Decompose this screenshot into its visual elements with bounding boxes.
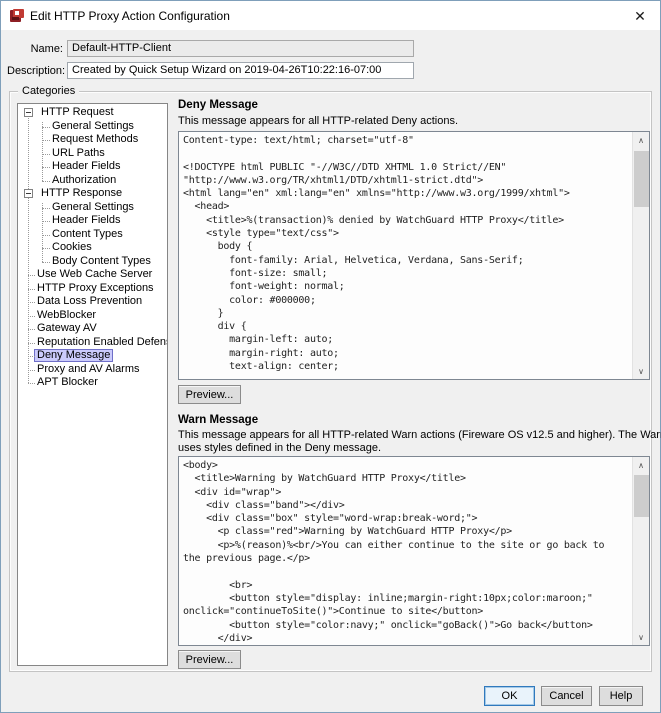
tree-dash-connector [42, 140, 50, 141]
tree-item-content-types[interactable]: Content Types [18, 228, 167, 242]
tree-item-http-proxy-exceptions[interactable]: HTTP Proxy Exceptions [18, 282, 167, 296]
cancel-button[interactable]: Cancel [541, 686, 592, 706]
tree-item-label: Deny Message [34, 349, 113, 362]
ok-button[interactable]: OK [484, 686, 535, 706]
warn-message-editor[interactable]: <body> <title>Warning by WatchGuard HTTP… [178, 456, 650, 646]
tree-item-label: Header Fields [49, 160, 123, 173]
tree-item-label: HTTP Response [38, 187, 125, 200]
window-title: Edit HTTP Proxy Action Configuration [30, 9, 230, 23]
tree-item-label: Use Web Cache Server [34, 268, 155, 281]
close-icon[interactable]: ✕ [630, 6, 650, 26]
tree-dash-connector [42, 154, 50, 155]
tree-item-label: HTTP Proxy Exceptions [34, 282, 157, 295]
tree-item-label: Gateway AV [34, 322, 100, 335]
tree-item-label: Authorization [49, 174, 119, 187]
tree-item-http-request[interactable]: HTTP Request [18, 106, 167, 120]
scroll-down-icon[interactable]: ∨ [633, 629, 649, 645]
tree-item-general-settings[interactable]: General Settings [18, 120, 167, 134]
tree-dash-connector [42, 181, 50, 182]
tree-dash-connector [28, 343, 35, 344]
tree-dash-connector [28, 370, 35, 371]
tree-item-label: Reputation Enabled Defense [34, 336, 168, 349]
warn-message-code[interactable]: <body> <title>Warning by WatchGuard HTTP… [183, 459, 630, 645]
tree-item-label: Proxy and AV Alarms [34, 363, 143, 376]
warn-message-description-line1: This message appears for all HTTP-relate… [178, 429, 661, 441]
categories-group-label: Categories [18, 85, 79, 97]
tree-dash-connector [28, 289, 35, 290]
tree-item-body-content-types[interactable]: Body Content Types [18, 255, 167, 269]
tree-item-use-web-cache-server[interactable]: Use Web Cache Server [18, 268, 167, 282]
tree-item-url-paths[interactable]: URL Paths [18, 147, 167, 161]
scroll-up-icon[interactable]: ∧ [633, 457, 649, 473]
tree-dash-connector [28, 316, 35, 317]
tree-dash-connector [28, 329, 35, 330]
description-field[interactable]: Created by Quick Setup Wizard on 2019-04… [67, 62, 414, 79]
tree-item-general-settings[interactable]: General Settings [18, 201, 167, 215]
tree-dash-connector [42, 221, 50, 222]
tree-item-label: Header Fields [49, 214, 123, 227]
collapse-minus-icon[interactable] [24, 189, 33, 198]
deny-preview-button[interactable]: Preview... [178, 385, 241, 404]
tree-item-deny-message[interactable]: Deny Message [18, 349, 167, 363]
deny-message-description: This message appears for all HTTP-relate… [178, 115, 458, 127]
tree-item-reputation-enabled-defense[interactable]: Reputation Enabled Defense [18, 336, 167, 350]
tree-item-label: General Settings [49, 201, 137, 214]
tree-dash-connector [28, 275, 35, 276]
scroll-down-icon[interactable]: ∨ [633, 363, 649, 379]
tree-item-label: Request Methods [49, 133, 141, 146]
description-label: Description: [7, 65, 63, 77]
tree-item-label: WebBlocker [34, 309, 99, 322]
tree-item-proxy-and-av-alarms[interactable]: Proxy and AV Alarms [18, 363, 167, 377]
name-field[interactable]: Default-HTTP-Client [67, 40, 414, 57]
tree-dash-connector [42, 208, 50, 209]
app-icon [10, 9, 24, 23]
tree-item-label: Cookies [49, 241, 95, 254]
tree-item-authorization[interactable]: Authorization [18, 174, 167, 188]
categories-tree[interactable]: HTTP RequestGeneral SettingsRequest Meth… [17, 103, 168, 666]
warn-scrollbar-thumb[interactable] [634, 475, 649, 517]
tree-dash-connector [28, 302, 35, 303]
warn-preview-button[interactable]: Preview... [178, 650, 241, 669]
categories-groupbox: Categories HTTP RequestGeneral SettingsR… [9, 91, 652, 672]
deny-scrollbar-thumb[interactable] [634, 151, 649, 207]
tree-dash-connector [42, 127, 50, 128]
tree-item-label: APT Blocker [34, 376, 101, 389]
tree-item-request-methods[interactable]: Request Methods [18, 133, 167, 147]
tree-dash-connector [28, 356, 35, 357]
tree-dash-connector [42, 167, 50, 168]
deny-message-heading: Deny Message [178, 99, 258, 111]
tree-dash-connector [42, 262, 50, 263]
warn-message-description-line2: uses styles defined in the Deny message. [178, 442, 381, 454]
tree-item-apt-blocker[interactable]: APT Blocker [18, 376, 167, 390]
deny-scrollbar[interactable]: ∧ ∨ [632, 132, 649, 379]
edit-http-proxy-action-dialog: { "window": { "title": "Edit HTTP Proxy … [0, 0, 661, 713]
warn-message-heading: Warn Message [178, 414, 258, 426]
tree-item-cookies[interactable]: Cookies [18, 241, 167, 255]
deny-message-code[interactable]: Content-type: text/html; charset="utf-8"… [183, 134, 630, 379]
tree-item-label: Body Content Types [49, 255, 154, 268]
tree-item-label: Content Types [49, 228, 126, 241]
tree-item-label: General Settings [49, 120, 137, 133]
deny-message-editor[interactable]: Content-type: text/html; charset="utf-8"… [178, 131, 650, 380]
tree-item-header-fields[interactable]: Header Fields [18, 214, 167, 228]
tree-item-http-response[interactable]: HTTP Response [18, 187, 167, 201]
warn-scrollbar[interactable]: ∧ ∨ [632, 457, 649, 645]
tree-item-label: HTTP Request [38, 106, 117, 119]
tree-item-data-loss-prevention[interactable]: Data Loss Prevention [18, 295, 167, 309]
tree-item-label: Data Loss Prevention [34, 295, 145, 308]
scroll-up-icon[interactable]: ∧ [633, 132, 649, 148]
tree-item-webblocker[interactable]: WebBlocker [18, 309, 167, 323]
title-bar: Edit HTTP Proxy Action Configuration ✕ [1, 1, 660, 30]
tree-item-header-fields[interactable]: Header Fields [18, 160, 167, 174]
name-label: Name: [7, 43, 63, 55]
tree-dash-connector [28, 383, 35, 384]
tree-dash-connector [42, 248, 50, 249]
tree-item-label: URL Paths [49, 147, 108, 160]
collapse-minus-icon[interactable] [24, 108, 33, 117]
help-button[interactable]: Help [599, 686, 643, 706]
tree-item-gateway-av[interactable]: Gateway AV [18, 322, 167, 336]
tree-dash-connector [42, 235, 50, 236]
